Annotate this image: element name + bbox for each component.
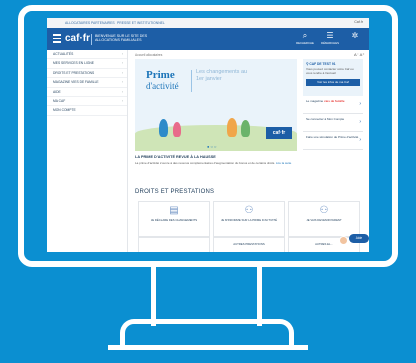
screen: ALLOCATAIRES PARTENAIRES PRESSE ET INSTI…	[47, 18, 369, 252]
top-strip: ALLOCATAIRES PARTENAIRES PRESSE ET INSTI…	[47, 18, 369, 28]
right-panel: ⚲ CAF DE TEST 91 Vous pouvez contacter v…	[303, 59, 363, 171]
chevron-right-icon: ›	[359, 101, 361, 107]
magazine-link[interactable]: Le magazine vies de famille ›	[303, 96, 363, 114]
hero-banner[interactable]: Prime d'activité Les changements au 1er …	[135, 59, 297, 151]
sidebar-item-aide[interactable]: AIDE ›	[47, 88, 127, 97]
read-more-link[interactable]: Lire la suite	[276, 161, 291, 165]
chevron-right-icon: ›	[121, 89, 123, 94]
news-title[interactable]: LA PRIME D'ACTIVITÉ REVUE À LA HAUSSE	[135, 155, 216, 159]
caf-access-title: ⚲ CAF DE TEST 91	[306, 62, 360, 66]
person-illustration	[227, 118, 237, 137]
card-label: JE DÉCLARE DES CHANGEMENTS	[150, 218, 198, 222]
search-icon: ⌕	[302, 31, 308, 40]
help-chat-button[interactable]: Aide	[349, 234, 369, 243]
chevron-right-icon: ›	[121, 61, 123, 66]
card-label: JE M'INFORME SUR LA PRIME D'ACTIVITÉ	[220, 218, 278, 222]
caf-access-desc: Vous pouvez contacter votre Caf ou vous …	[306, 67, 354, 75]
sidebar-item-label: MAGAZINE VIES DE FAMILLE	[53, 80, 99, 85]
caf-access-box: ⚲ CAF DE TEST 91 Vous pouvez contacter v…	[303, 59, 363, 96]
sidebar-item-label: MES SERVICES EN LIGNE	[53, 61, 94, 66]
site-tagline: BIENVENUE SUR LE SITE DES ALLOCATIONS FA…	[95, 34, 148, 43]
chevron-right-icon: ›	[121, 70, 123, 75]
family-icon: ⚇	[319, 205, 329, 216]
person-illustration	[241, 120, 250, 137]
sidebar-item-magazine[interactable]: MAGAZINE VIES DE FAMILLE ›	[47, 78, 127, 88]
chat-avatar[interactable]	[339, 236, 348, 245]
card-label: JE VAIS DEVENIR PARENT	[306, 218, 342, 222]
topbar-link-partenaires[interactable]: PARTENAIRES	[91, 21, 115, 25]
settings-button[interactable]: ✲	[344, 31, 366, 41]
chevron-right-icon: ›	[359, 119, 361, 125]
hero-title-prime: Prime	[146, 69, 175, 81]
site-header: caf·fr BIENVENUE SUR LE SITE DES ALLOCAT…	[47, 28, 369, 50]
demarches-button[interactable]: ☰ DÉMARCHES	[319, 31, 341, 45]
search-button[interactable]: ⌕ RECHERCHE	[294, 31, 316, 45]
card-more-1[interactable]	[138, 237, 210, 252]
monitor-stand	[257, 267, 262, 326]
caf-logo[interactable]: caf·fr	[65, 33, 90, 44]
sidebar-item-label: AIDE	[53, 89, 61, 94]
sidebar-item-ma-caf[interactable]: MA CAF ›	[47, 97, 127, 107]
sidebar-item-mon-compte[interactable]: MON COMPTE	[47, 106, 127, 116]
account-link[interactable]: Caf.fr	[354, 20, 363, 24]
card-autres-prestations[interactable]: AUTRES PRESTATIONS	[213, 237, 285, 252]
topbar-link-allocataires[interactable]: ALLOCATAIRES	[65, 21, 90, 25]
caf-badge: caf·fr	[266, 127, 292, 139]
sidebar-item-actualites[interactable]: ACTUALITÉS ›	[47, 50, 127, 60]
mon-compte-text: Se connecter à Mon Compte	[306, 117, 345, 121]
droits-section-title: DROITS ET PRESTATIONS	[135, 189, 215, 195]
caf-info-button[interactable]: Voir les infos de ma Caf	[306, 78, 360, 86]
sidebar-item-label: MA CAF	[53, 98, 66, 103]
chevron-right-icon: ›	[121, 98, 123, 103]
sidebar-item-label: MON COMPTE	[53, 108, 76, 113]
mon-compte-link[interactable]: Se connecter à Mon Compte ›	[303, 114, 363, 132]
carousel-dots[interactable]: ● ○ ○	[207, 144, 216, 149]
hero-subtitle: Les changements au 1er janvier	[196, 69, 248, 82]
sidebar-item-services[interactable]: MES SERVICES EN LIGNE ›	[47, 59, 127, 69]
card-declare-changements[interactable]: ▤ JE DÉCLARE DES CHANGEMENTS	[138, 201, 210, 237]
chevron-right-icon: ›	[121, 52, 123, 56]
menu-icon[interactable]	[53, 34, 61, 43]
simulation-text: Faire une simulation de Prime d'activité	[306, 135, 359, 139]
list-icon: ☰	[326, 31, 334, 40]
gear-icon: ✲	[351, 31, 359, 40]
sidebar-item-label: DROITS ET PRESTATIONS	[53, 70, 95, 75]
monitor-foot	[108, 345, 308, 350]
demarches-label: DÉMARCHES	[321, 41, 339, 45]
logo-divider	[91, 34, 92, 45]
sidebar-item-label: ACTUALITÉS	[53, 52, 74, 56]
chevron-right-icon: ›	[359, 137, 361, 143]
news-text: La prime d'activité s'ouvre à des revenu…	[135, 161, 276, 165]
chevron-right-icon: ›	[121, 80, 123, 85]
magazine-brand: vies de famille	[324, 99, 345, 103]
sidebar-item-droits[interactable]: DROITS ET PRESTATIONS ›	[47, 69, 127, 79]
magazine-prefix: Le magazine	[306, 99, 324, 103]
person-illustration	[159, 119, 168, 137]
card-devenir-parent[interactable]: ⚇ JE VAIS DEVENIR PARENT	[288, 201, 360, 237]
topbar-link-presse[interactable]: PRESSE ET INSTITUTIONNEL	[117, 21, 165, 25]
monitor-stand	[151, 267, 156, 326]
person-illustration	[173, 122, 181, 137]
font-size-controls[interactable]: A⁻ A⁺	[354, 52, 364, 57]
breadcrumb[interactable]: Accueil allocataires	[135, 53, 162, 57]
simulation-link[interactable]: Faire une simulation de Prime d'activité…	[303, 132, 363, 150]
news-body: La prime d'activité s'ouvre à des revenu…	[135, 161, 295, 165]
caf-access-title-text: CAF DE TEST 91	[309, 62, 336, 66]
search-label: RECHERCHE	[296, 41, 314, 45]
document-icon: ▤	[169, 205, 179, 216]
card-prime-activite[interactable]: ⚇ JE M'INFORME SUR LA PRIME D'ACTIVITÉ	[213, 201, 285, 237]
hero-title-activite: d'activité	[146, 81, 179, 91]
sidebar: ACTUALITÉS › MES SERVICES EN LIGNE › DROIT…	[47, 50, 128, 252]
hero-divider	[191, 70, 192, 92]
people-icon: ⚇	[244, 205, 254, 216]
